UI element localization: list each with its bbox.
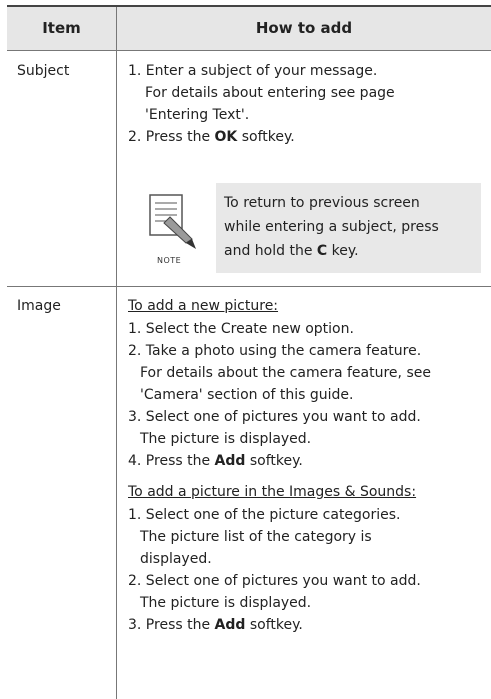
image-s2-step-2: 2. Select one of pictures you want to ad… xyxy=(128,573,421,589)
table-header-row: Item How to add xyxy=(7,7,491,51)
note-line-1-text: To return to previous screen xyxy=(224,195,420,211)
item-label-subject: Subject xyxy=(17,63,70,79)
image-s2-step-2-text: 2. Select one of pictures you want to ad… xyxy=(128,573,421,589)
note-line-2: while entering a subject, press xyxy=(224,219,439,235)
image-section-1-heading: To add a new picture: xyxy=(128,298,279,314)
image-s1-step-3-detail: The picture is displayed. xyxy=(140,431,311,447)
ok-key-label: OK xyxy=(214,129,238,145)
subject-step-2: 2. Press the OK softkey. xyxy=(128,129,295,145)
image-section-2-heading: To add a picture in the Images & Sounds: xyxy=(128,484,417,500)
image-s1-step-3-detail-text: The picture is displayed. xyxy=(140,431,312,447)
add-key-label-1: Add xyxy=(214,453,246,469)
image-s2-step-1-detail-text: The picture list of the category is xyxy=(140,529,372,545)
image-s2-step-2-detail-text: The picture is displayed. xyxy=(140,595,312,611)
image-s1-step-2-text: 2. Take a photo using the camera feature… xyxy=(128,343,422,359)
note-label: NOTE xyxy=(157,256,182,265)
image-s2-step-1-text: 1. Select one of the picture categories. xyxy=(128,507,401,523)
subject-step-1-text: 1. Enter a subject of your message. xyxy=(128,63,378,79)
row-divider xyxy=(7,286,491,287)
header-item: Item xyxy=(42,19,81,37)
image-s1-step-4: 4. Press the Add softkey. xyxy=(128,453,303,469)
note-line-2-text: while entering a subject, press xyxy=(224,219,439,235)
subject-step-2-text-a: 2. Press the xyxy=(128,129,215,145)
image-s1-step-2-detail-text: For details about the camera feature, se… xyxy=(140,365,431,381)
image-s2-step-1-detail-2: displayed. xyxy=(140,551,212,567)
image-s1-step-2: 2. Take a photo using the camera feature… xyxy=(128,343,421,359)
image-s1-step-4-text-a: 4. Press the xyxy=(128,453,215,469)
image-s2-step-3-text-a: 3. Press the xyxy=(128,617,215,633)
image-s2-step-1-detail: The picture list of the category is xyxy=(140,529,372,545)
image-s1-step-3-text: 3. Select one of pictures you want to ad… xyxy=(128,409,421,425)
image-s1-step-1-text: 1. Select the Create new option. xyxy=(128,321,354,337)
image-s1-step-1: 1. Select the Create new option. xyxy=(128,321,354,337)
page: Item How to add Subject Image 1. Enter a… xyxy=(7,5,491,699)
subject-step-2-text-b: softkey. xyxy=(237,129,295,145)
subject-step-1-detail: For details about entering see page xyxy=(145,85,395,101)
image-s2-step-1-detail-2-text: displayed. xyxy=(140,551,212,567)
subject-step-1-detail-ref-text: 'Entering Text'. xyxy=(145,107,250,123)
header-how-to-add: How to add xyxy=(255,19,353,37)
c-key-label: C xyxy=(316,243,328,259)
image-s1-step-2-detail: For details about the camera feature, se… xyxy=(140,365,431,381)
add-key-label-2: Add xyxy=(214,617,246,633)
note-line-3: and hold the C key. xyxy=(224,243,359,259)
image-s1-step-4-text-b: softkey. xyxy=(245,453,303,469)
image-s2-step-3-text-b: softkey. xyxy=(245,617,303,633)
image-s2-step-1: 1. Select one of the picture categories. xyxy=(128,507,401,523)
note-line-3-text-a: and hold the xyxy=(224,243,317,259)
column-divider xyxy=(116,7,117,699)
subject-step-1: 1. Enter a subject of your message. xyxy=(128,63,377,79)
image-s1-step-3: 3. Select one of pictures you want to ad… xyxy=(128,409,421,425)
image-s2-step-2-detail: The picture is displayed. xyxy=(140,595,311,611)
note-icon xyxy=(149,194,196,249)
subject-step-1-detail-text: For details about entering see page xyxy=(145,85,395,101)
image-s1-step-2-detail-ref: 'Camera' section of this guide. xyxy=(140,387,354,403)
note-line-3-text-b: key. xyxy=(327,243,359,259)
note-line-1: To return to previous screen xyxy=(224,195,420,211)
subject-step-1-detail-ref: 'Entering Text'. xyxy=(145,107,249,123)
image-s1-step-2-detail-ref-text: 'Camera' section of this guide. xyxy=(140,387,354,403)
image-s2-step-3: 3. Press the Add softkey. xyxy=(128,617,303,633)
item-label-image: Image xyxy=(17,298,61,314)
